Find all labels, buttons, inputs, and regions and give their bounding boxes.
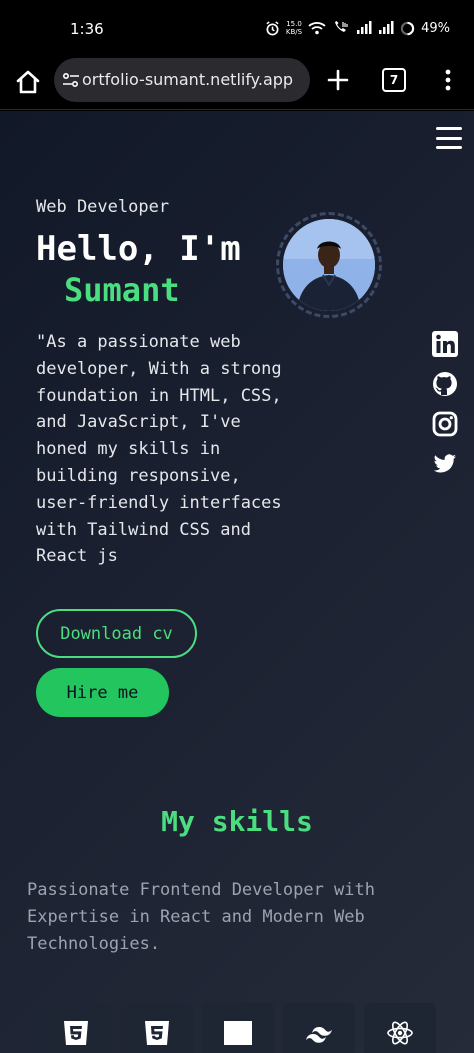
skill-card-tailwind: [283, 1003, 355, 1053]
hero-name: Sumant: [64, 271, 180, 309]
tab-switcher-button[interactable]: 7: [382, 68, 406, 92]
profile-photo: [283, 219, 375, 311]
url-text[interactable]: ortfolio-sumant.netlify.app: [82, 70, 302, 89]
javascript-icon: [224, 1021, 252, 1045]
linkedin-icon[interactable]: [432, 331, 458, 357]
twitter-icon[interactable]: [432, 451, 458, 477]
skills-description: Passionate Frontend Developer with Exper…: [27, 880, 375, 954]
profile-photo-frame: [276, 212, 382, 318]
battery-icon: [400, 21, 415, 35]
skill-card-css: [121, 1003, 193, 1053]
signal-icon-1: [357, 21, 372, 34]
network-speed: 15.0 KB/S: [285, 20, 303, 36]
battery-percent: 49%: [421, 20, 450, 36]
hero-bio: "As a passionate web developer, With a s…: [36, 332, 282, 567]
status-bar: 1:36 15.0 KB/S 49%: [0, 0, 474, 56]
css3-icon: [145, 1021, 169, 1045]
html5-icon: [64, 1021, 88, 1045]
hamburger-menu-icon[interactable]: [436, 127, 462, 149]
browser-toolbar: ortfolio-sumant.netlify.app 7: [0, 56, 474, 110]
portfolio-page: Web Developer Hello, I'm Sumant "As a pa…: [0, 111, 474, 1053]
site-settings-icon[interactable]: [62, 71, 80, 89]
skills-heading: My skills: [161, 805, 313, 838]
status-time: 1:36: [70, 20, 104, 38]
skill-card-javascript: [202, 1003, 274, 1053]
wifi-icon: [308, 22, 326, 35]
home-icon[interactable]: [14, 68, 42, 96]
status-icons: 15.0 KB/S 49%: [265, 18, 450, 38]
download-cv-button[interactable]: Download cv: [36, 609, 197, 658]
new-tab-icon[interactable]: [326, 68, 350, 92]
github-icon[interactable]: [432, 371, 458, 397]
skill-card-html: [40, 1003, 112, 1053]
alarm-icon: [266, 20, 279, 35]
instagram-icon[interactable]: [432, 411, 458, 437]
signal-icon-2: [379, 21, 394, 34]
address-bar[interactable]: ortfolio-sumant.netlify.app: [54, 58, 310, 102]
hero-greeting: Hello, I'm: [36, 229, 241, 269]
tailwind-icon: [306, 1027, 332, 1043]
more-menu-icon[interactable]: [438, 66, 458, 94]
hero-role: Web Developer: [36, 197, 170, 217]
skill-card-react: [364, 1003, 436, 1053]
react-icon: [387, 1021, 413, 1045]
volte-call-icon: [335, 21, 348, 32]
hire-me-button[interactable]: Hire me: [36, 668, 169, 717]
